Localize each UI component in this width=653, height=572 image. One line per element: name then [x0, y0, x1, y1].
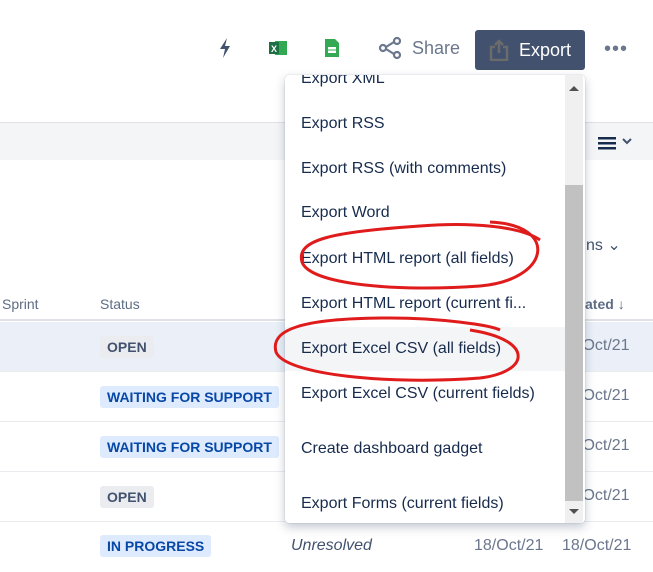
menu-item-export-forms[interactable]: Export Forms (current fields) — [285, 482, 565, 523]
columns-label: ns — [586, 237, 603, 254]
menu-item-export-html-current[interactable]: Export HTML report (current fi... — [285, 282, 565, 326]
menu-item-export-xml[interactable]: Export XML — [285, 75, 565, 101]
updated-date: /Oct/21 — [578, 437, 630, 454]
share-button[interactable]: Share — [378, 36, 460, 60]
updated-date: /Oct/21 — [578, 337, 630, 354]
columns-button[interactable]: ns ⌄ — [586, 235, 621, 255]
scroll-down-icon[interactable] — [569, 509, 579, 514]
status-badge: WAITING FOR SUPPORT — [100, 436, 279, 458]
header-status[interactable]: Status — [100, 296, 140, 312]
export-button[interactable]: Export — [475, 30, 585, 70]
lightning-icon[interactable] — [213, 36, 237, 60]
list-view-icon — [598, 137, 632, 150]
status-badge: IN PROGRESS — [100, 535, 212, 557]
export-menu: Export XML Export RSS Export RSS (with c… — [285, 75, 585, 523]
menu-item-export-csv-current[interactable]: Export Excel CSV (current fields) — [285, 372, 565, 416]
status-badge: WAITING FOR SUPPORT — [100, 386, 279, 408]
updated-date: /Oct/21 — [578, 487, 630, 504]
updated-date: 18/Oct/21 — [562, 537, 632, 554]
header-updated[interactable]: ated ↓ — [585, 296, 625, 312]
menu-scrollbar[interactable] — [565, 75, 583, 523]
menu-item-export-html-all[interactable]: Export HTML report (all fields) — [285, 237, 565, 281]
status-badge: OPEN — [100, 486, 154, 508]
updated-date: /Oct/21 — [578, 387, 630, 404]
menu-item-export-rss-comments[interactable]: Export RSS (with comments) — [285, 147, 565, 191]
menu-item-dashboard-gadget[interactable]: Create dashboard gadget — [285, 427, 565, 471]
excel-icon[interactable]: X — [266, 36, 290, 60]
resolution: Unresolved — [291, 537, 372, 554]
sort-desc-icon: ↓ — [617, 296, 625, 312]
svg-text:X: X — [271, 44, 277, 54]
export-label: Export — [518, 39, 572, 60]
share-label: Share — [412, 37, 461, 58]
scroll-up-icon[interactable] — [569, 86, 579, 91]
status-badge: OPEN — [100, 336, 154, 358]
table-row[interactable]: IN PROGRESS Unresolved 18/Oct/21 18/Oct/… — [0, 522, 653, 572]
google-sheets-icon[interactable] — [320, 36, 344, 60]
share-icon — [378, 36, 402, 60]
menu-item-export-word[interactable]: Export Word — [285, 191, 565, 235]
header-sprint[interactable]: Sprint — [2, 296, 39, 312]
header-updated-label: ated — [585, 296, 614, 312]
menu-item-export-rss[interactable]: Export RSS — [285, 102, 565, 146]
export-icon — [489, 39, 509, 61]
menu-item-export-csv-all[interactable]: Export Excel CSV (all fields) — [285, 327, 565, 371]
view-switcher[interactable] — [598, 134, 636, 157]
created-date: 18/Oct/21 — [474, 537, 544, 554]
more-actions-button[interactable]: ••• — [604, 38, 628, 61]
scrollbar-thumb[interactable] — [565, 185, 583, 501]
